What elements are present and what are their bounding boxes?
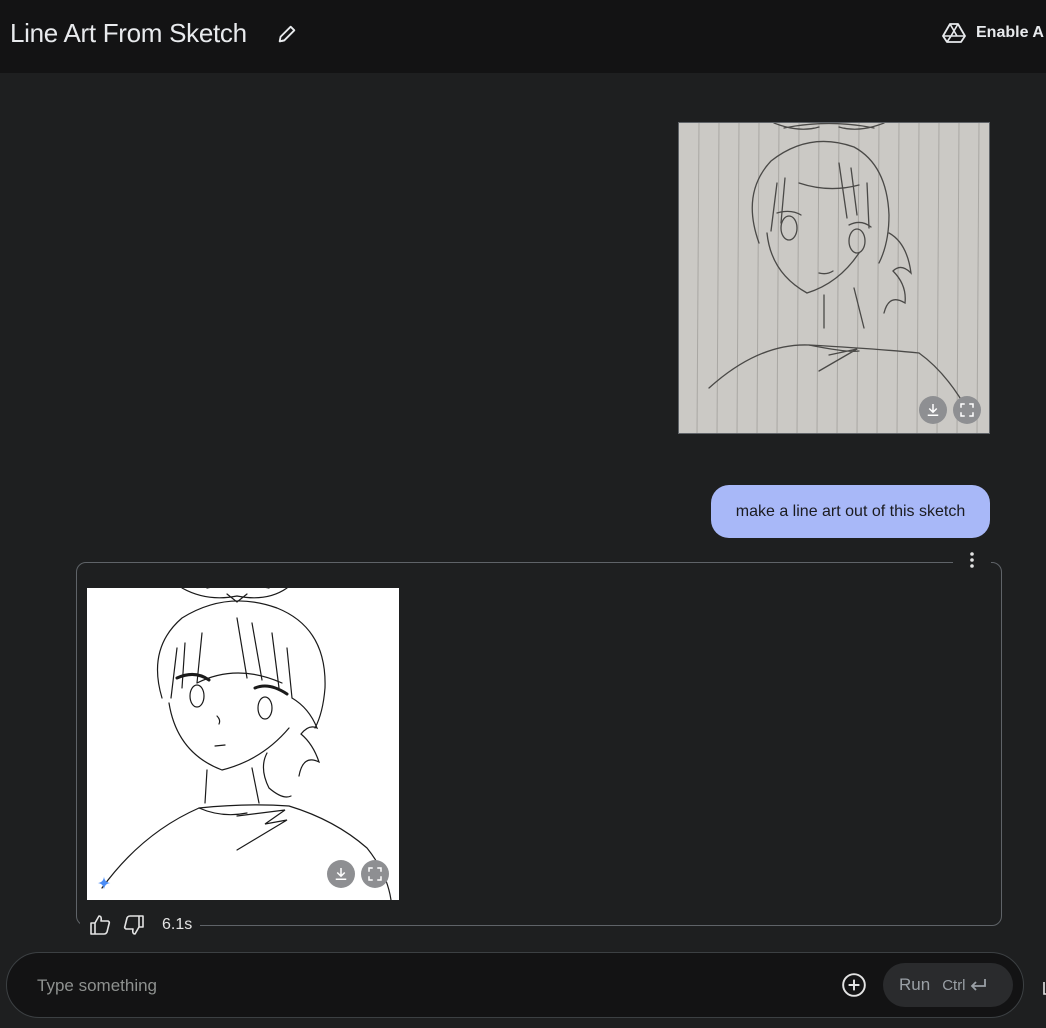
sparkle-icon (97, 876, 111, 890)
response-time: 6.1s (162, 916, 193, 933)
generated-line-art-image[interactable] (87, 588, 399, 900)
pencil-sketch-drawing (679, 123, 989, 433)
download-icon[interactable] (919, 396, 947, 424)
run-button[interactable]: Run Ctrl (883, 963, 1013, 1007)
run-shortcut-label: Ctrl (942, 976, 966, 994)
fullscreen-icon[interactable] (361, 860, 389, 888)
enable-drive-button[interactable]: Enable A (942, 21, 1044, 45)
pencil-icon[interactable] (276, 23, 298, 45)
thumb-up-icon[interactable] (88, 913, 112, 937)
run-label: Run (899, 975, 931, 994)
download-icon[interactable] (327, 860, 355, 888)
page-title: Line Art From Sketch (10, 18, 247, 48)
prompt-composer: Run Ctrl (6, 952, 1024, 1018)
uploaded-sketch-image[interactable] (678, 122, 990, 434)
user-message-bubble: make a line art out of this sketch (711, 485, 990, 538)
google-drive-icon (942, 23, 966, 43)
enter-key-icon (970, 979, 986, 991)
top-bar: Line Art From Sketch Enable A (0, 0, 1046, 73)
fullscreen-icon[interactable] (953, 396, 981, 424)
partial-icon (1043, 982, 1046, 995)
more-vert-icon[interactable] (953, 547, 991, 573)
run-shortcut: Ctrl (942, 977, 987, 994)
add-circle-icon[interactable] (841, 972, 867, 998)
thumb-down-icon[interactable] (122, 913, 146, 937)
line-art-drawing (101, 588, 392, 900)
prompt-input[interactable] (37, 973, 737, 999)
response-feedback: 6.1s (80, 910, 201, 940)
enable-drive-label: Enable A (976, 24, 1044, 41)
